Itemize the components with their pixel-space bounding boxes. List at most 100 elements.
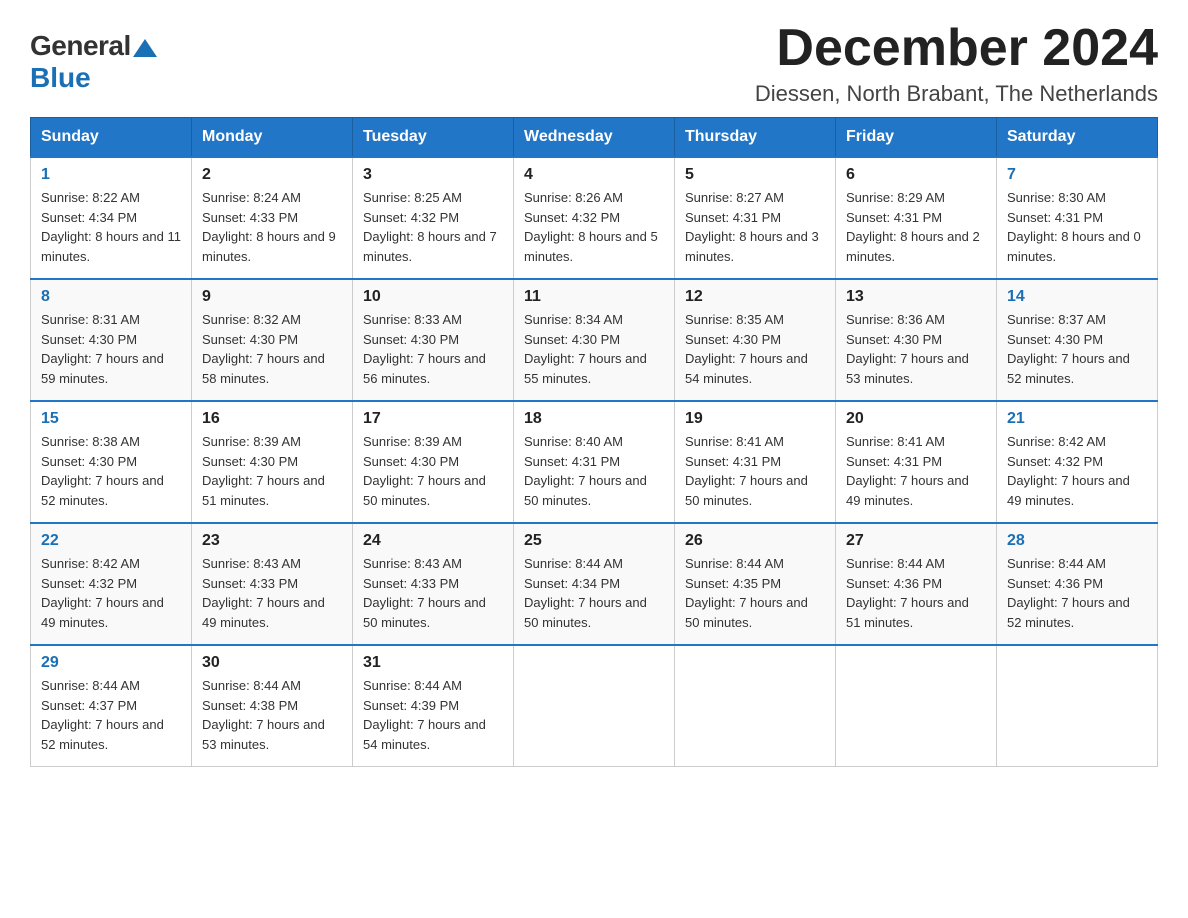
calendar-day-cell: 12 Sunrise: 8:35 AMSunset: 4:30 PMDayligh… bbox=[675, 279, 836, 401]
day-number: 15 bbox=[41, 410, 181, 428]
day-info: Sunrise: 8:27 AMSunset: 4:31 PMDaylight:… bbox=[685, 188, 825, 266]
day-info: Sunrise: 8:32 AMSunset: 4:30 PMDaylight:… bbox=[202, 310, 342, 388]
calendar-day-cell: 13Sunrise: 8:36 AMSunset: 4:30 PMDayligh… bbox=[836, 279, 997, 401]
calendar-day-cell bbox=[514, 645, 675, 767]
calendar-day-cell: 19Sunrise: 8:41 AMSunset: 4:31 PMDayligh… bbox=[675, 401, 836, 523]
logo-general: General bbox=[30, 30, 157, 62]
day-number: 9 bbox=[202, 288, 342, 306]
calendar-day-cell: 9 Sunrise: 8:32 AMSunset: 4:30 PMDaylight… bbox=[192, 279, 353, 401]
calendar-header-wednesday: Wednesday bbox=[514, 118, 675, 158]
calendar-table: SundayMondayTuesdayWednesdayThursdayFrid… bbox=[30, 117, 1158, 767]
day-info: Sunrise: 8:43 AMSunset: 4:33 PMDaylight:… bbox=[363, 554, 503, 632]
calendar-day-cell bbox=[997, 645, 1158, 767]
day-number: 22 bbox=[41, 532, 181, 550]
calendar-header-monday: Monday bbox=[192, 118, 353, 158]
calendar-header-row: SundayMondayTuesdayWednesdayThursdayFrid… bbox=[31, 118, 1158, 158]
title-section: December 2024 Diessen, North Brabant, Th… bbox=[755, 20, 1158, 107]
day-info: Sunrise: 8:35 AMSunset: 4:30 PMDaylight:… bbox=[685, 310, 825, 388]
day-info: Sunrise: 8:30 AMSunset: 4:31 PMDaylight:… bbox=[1007, 188, 1147, 266]
day-info: Sunrise: 8:24 AMSunset: 4:33 PMDaylight:… bbox=[202, 188, 342, 266]
day-info: Sunrise: 8:37 AMSunset: 4:30 PMDaylight:… bbox=[1007, 310, 1147, 388]
calendar-day-cell: 27 Sunrise: 8:44 AMSunset: 4:36 PMDayligh… bbox=[836, 523, 997, 645]
calendar-header-tuesday: Tuesday bbox=[353, 118, 514, 158]
calendar-day-cell: 28 Sunrise: 8:44 AMSunset: 4:36 PMDayligh… bbox=[997, 523, 1158, 645]
day-info: Sunrise: 8:36 AMSunset: 4:30 PMDaylight:… bbox=[846, 310, 986, 388]
calendar-day-cell: 7 Sunrise: 8:30 AMSunset: 4:31 PMDaylight… bbox=[997, 157, 1158, 279]
day-info: Sunrise: 8:39 AMSunset: 4:30 PMDaylight:… bbox=[363, 432, 503, 510]
day-number: 1 bbox=[41, 166, 181, 184]
day-info: Sunrise: 8:44 AMSunset: 4:39 PMDaylight:… bbox=[363, 676, 503, 754]
day-number: 11 bbox=[524, 288, 664, 306]
calendar-day-cell: 16Sunrise: 8:39 AMSunset: 4:30 PMDayligh… bbox=[192, 401, 353, 523]
calendar-day-cell: 17 Sunrise: 8:39 AMSunset: 4:30 PMDayligh… bbox=[353, 401, 514, 523]
day-info: Sunrise: 8:42 AMSunset: 4:32 PMDaylight:… bbox=[41, 554, 181, 632]
calendar-day-cell: 30 Sunrise: 8:44 AMSunset: 4:38 PMDayligh… bbox=[192, 645, 353, 767]
day-number: 24 bbox=[363, 532, 503, 550]
day-number: 21 bbox=[1007, 410, 1147, 428]
calendar-day-cell: 25Sunrise: 8:44 AMSunset: 4:34 PMDayligh… bbox=[514, 523, 675, 645]
day-number: 16 bbox=[202, 410, 342, 428]
day-number: 30 bbox=[202, 654, 342, 672]
day-number: 20 bbox=[846, 410, 986, 428]
day-info: Sunrise: 8:33 AMSunset: 4:30 PMDaylight:… bbox=[363, 310, 503, 388]
calendar-week-row: 15Sunrise: 8:38 AMSunset: 4:30 PMDayligh… bbox=[31, 401, 1158, 523]
day-info: Sunrise: 8:42 AMSunset: 4:32 PMDaylight:… bbox=[1007, 432, 1147, 510]
day-number: 25 bbox=[524, 532, 664, 550]
day-number: 5 bbox=[685, 166, 825, 184]
day-info: Sunrise: 8:41 AMSunset: 4:31 PMDaylight:… bbox=[846, 432, 986, 510]
calendar-day-cell: 23 Sunrise: 8:43 AMSunset: 4:33 PMDayligh… bbox=[192, 523, 353, 645]
day-number: 7 bbox=[1007, 166, 1147, 184]
page-header: General Blue December 2024 Diessen, Nort… bbox=[30, 20, 1158, 107]
calendar-day-cell: 18Sunrise: 8:40 AMSunset: 4:31 PMDayligh… bbox=[514, 401, 675, 523]
calendar-day-cell: 20 Sunrise: 8:41 AMSunset: 4:31 PMDayligh… bbox=[836, 401, 997, 523]
day-info: Sunrise: 8:44 AMSunset: 4:36 PMDaylight:… bbox=[1007, 554, 1147, 632]
calendar-day-cell: 31 Sunrise: 8:44 AMSunset: 4:39 PMDayligh… bbox=[353, 645, 514, 767]
calendar-header-thursday: Thursday bbox=[675, 118, 836, 158]
day-number: 12 bbox=[685, 288, 825, 306]
day-number: 6 bbox=[846, 166, 986, 184]
calendar-day-cell: 10Sunrise: 8:33 AMSunset: 4:30 PMDayligh… bbox=[353, 279, 514, 401]
calendar-day-cell: 21 Sunrise: 8:42 AMSunset: 4:32 PMDayligh… bbox=[997, 401, 1158, 523]
calendar-day-cell: 5 Sunrise: 8:27 AMSunset: 4:31 PMDaylight… bbox=[675, 157, 836, 279]
logo-blue-text: Blue bbox=[30, 62, 91, 94]
calendar-day-cell: 3 Sunrise: 8:25 AMSunset: 4:32 PMDaylight… bbox=[353, 157, 514, 279]
calendar-header-saturday: Saturday bbox=[997, 118, 1158, 158]
day-number: 31 bbox=[363, 654, 503, 672]
calendar-day-cell: 1 Sunrise: 8:22 AMSunset: 4:34 PMDaylight… bbox=[31, 157, 192, 279]
day-info: Sunrise: 8:34 AMSunset: 4:30 PMDaylight:… bbox=[524, 310, 664, 388]
day-number: 17 bbox=[363, 410, 503, 428]
day-number: 28 bbox=[1007, 532, 1147, 550]
location-subtitle: Diessen, North Brabant, The Netherlands bbox=[755, 81, 1158, 107]
day-number: 23 bbox=[202, 532, 342, 550]
calendar-day-cell: 6Sunrise: 8:29 AMSunset: 4:31 PMDaylight… bbox=[836, 157, 997, 279]
month-title: December 2024 bbox=[755, 20, 1158, 77]
day-info: Sunrise: 8:43 AMSunset: 4:33 PMDaylight:… bbox=[202, 554, 342, 632]
day-number: 8 bbox=[41, 288, 181, 306]
day-info: Sunrise: 8:25 AMSunset: 4:32 PMDaylight:… bbox=[363, 188, 503, 266]
day-number: 3 bbox=[363, 166, 503, 184]
calendar-header-friday: Friday bbox=[836, 118, 997, 158]
calendar-day-cell: 26 Sunrise: 8:44 AMSunset: 4:35 PMDayligh… bbox=[675, 523, 836, 645]
day-info: Sunrise: 8:22 AMSunset: 4:34 PMDaylight:… bbox=[41, 188, 181, 266]
calendar-header-sunday: Sunday bbox=[31, 118, 192, 158]
calendar-day-cell: 14 Sunrise: 8:37 AMSunset: 4:30 PMDayligh… bbox=[997, 279, 1158, 401]
calendar-week-row: 1 Sunrise: 8:22 AMSunset: 4:34 PMDaylight… bbox=[31, 157, 1158, 279]
calendar-week-row: 22 Sunrise: 8:42 AMSunset: 4:32 PMDayligh… bbox=[31, 523, 1158, 645]
calendar-week-row: 8Sunrise: 8:31 AMSunset: 4:30 PMDaylight… bbox=[31, 279, 1158, 401]
day-number: 29 bbox=[41, 654, 181, 672]
day-info: Sunrise: 8:40 AMSunset: 4:31 PMDaylight:… bbox=[524, 432, 664, 510]
calendar-day-cell bbox=[675, 645, 836, 767]
calendar-day-cell: 15Sunrise: 8:38 AMSunset: 4:30 PMDayligh… bbox=[31, 401, 192, 523]
calendar-day-cell: 11 Sunrise: 8:34 AMSunset: 4:30 PMDayligh… bbox=[514, 279, 675, 401]
day-number: 14 bbox=[1007, 288, 1147, 306]
day-info: Sunrise: 8:44 AMSunset: 4:38 PMDaylight:… bbox=[202, 676, 342, 754]
day-number: 26 bbox=[685, 532, 825, 550]
calendar-day-cell: 29Sunrise: 8:44 AMSunset: 4:37 PMDayligh… bbox=[31, 645, 192, 767]
day-info: Sunrise: 8:44 AMSunset: 4:35 PMDaylight:… bbox=[685, 554, 825, 632]
calendar-day-cell: 2Sunrise: 8:24 AMSunset: 4:33 PMDaylight… bbox=[192, 157, 353, 279]
logo-general-text: General bbox=[30, 30, 131, 62]
day-number: 27 bbox=[846, 532, 986, 550]
day-info: Sunrise: 8:44 AMSunset: 4:36 PMDaylight:… bbox=[846, 554, 986, 632]
day-info: Sunrise: 8:26 AMSunset: 4:32 PMDaylight:… bbox=[524, 188, 664, 266]
day-number: 4 bbox=[524, 166, 664, 184]
